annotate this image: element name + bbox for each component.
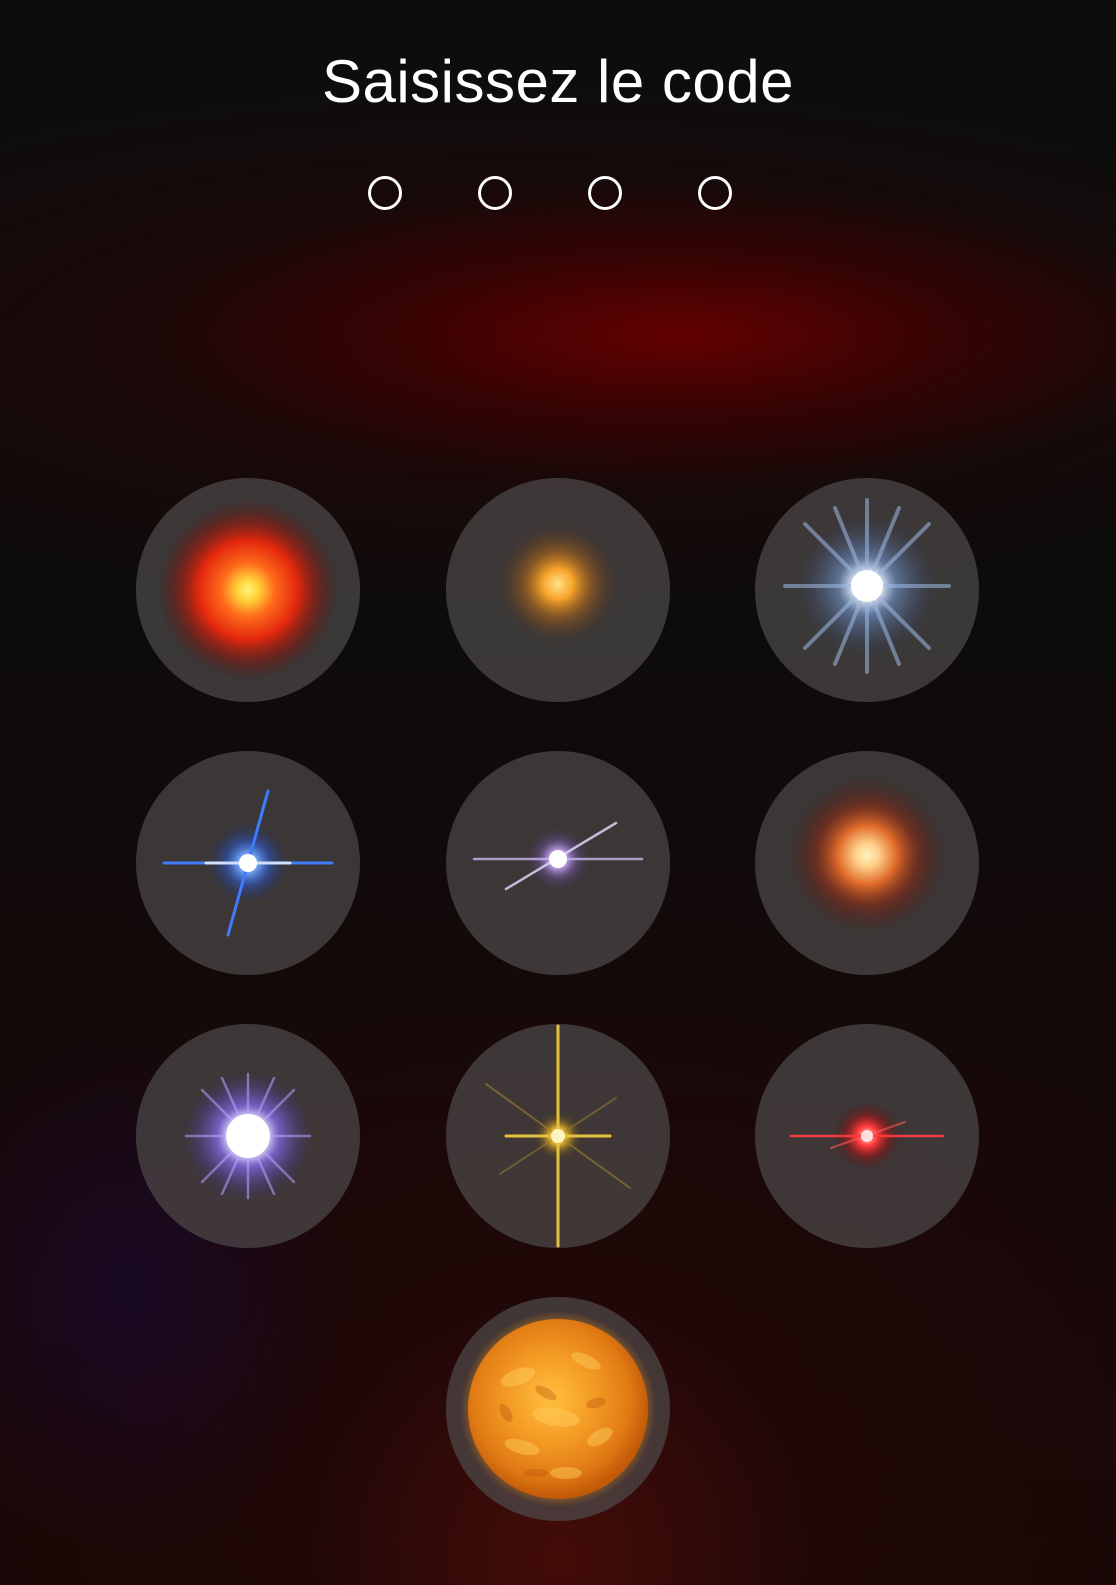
key-4[interactable]: 4	[136, 751, 360, 975]
passcode-screen: Saisissez le code 1 2	[0, 0, 1116, 1585]
passcode-dot-4	[698, 176, 732, 210]
red-giant-star-icon	[158, 500, 338, 680]
orange-star-icon	[789, 777, 945, 933]
key-0[interactable]: 0	[446, 1297, 670, 1521]
yellow-star-icon	[498, 524, 618, 644]
blue-star-flare-icon	[162, 789, 334, 937]
white-blue-star-icon	[783, 498, 951, 674]
passcode-indicator	[368, 176, 748, 216]
key-6[interactable]: 6	[755, 751, 979, 975]
red-dwarf-star-icon	[789, 1102, 945, 1170]
passcode-dot-3	[588, 176, 622, 210]
key-3[interactable]: 3	[755, 478, 979, 702]
page-title: Saisissez le code	[321, 48, 795, 115]
passcode-dot-1	[368, 176, 402, 210]
key-7[interactable]: 7	[136, 1024, 360, 1248]
bright-violet-star-icon	[184, 1072, 312, 1200]
key-5[interactable]: 5	[446, 751, 670, 975]
sun-icon	[460, 1311, 656, 1507]
key-8[interactable]: 8	[446, 1024, 670, 1248]
key-2[interactable]: 2	[446, 478, 670, 702]
key-9[interactable]: 9	[755, 1024, 979, 1248]
gold-star-flare-icon	[485, 1024, 631, 1248]
key-1[interactable]: 1	[136, 478, 360, 702]
passcode-dot-2	[478, 176, 512, 210]
violet-star-flare-icon	[472, 821, 644, 891]
